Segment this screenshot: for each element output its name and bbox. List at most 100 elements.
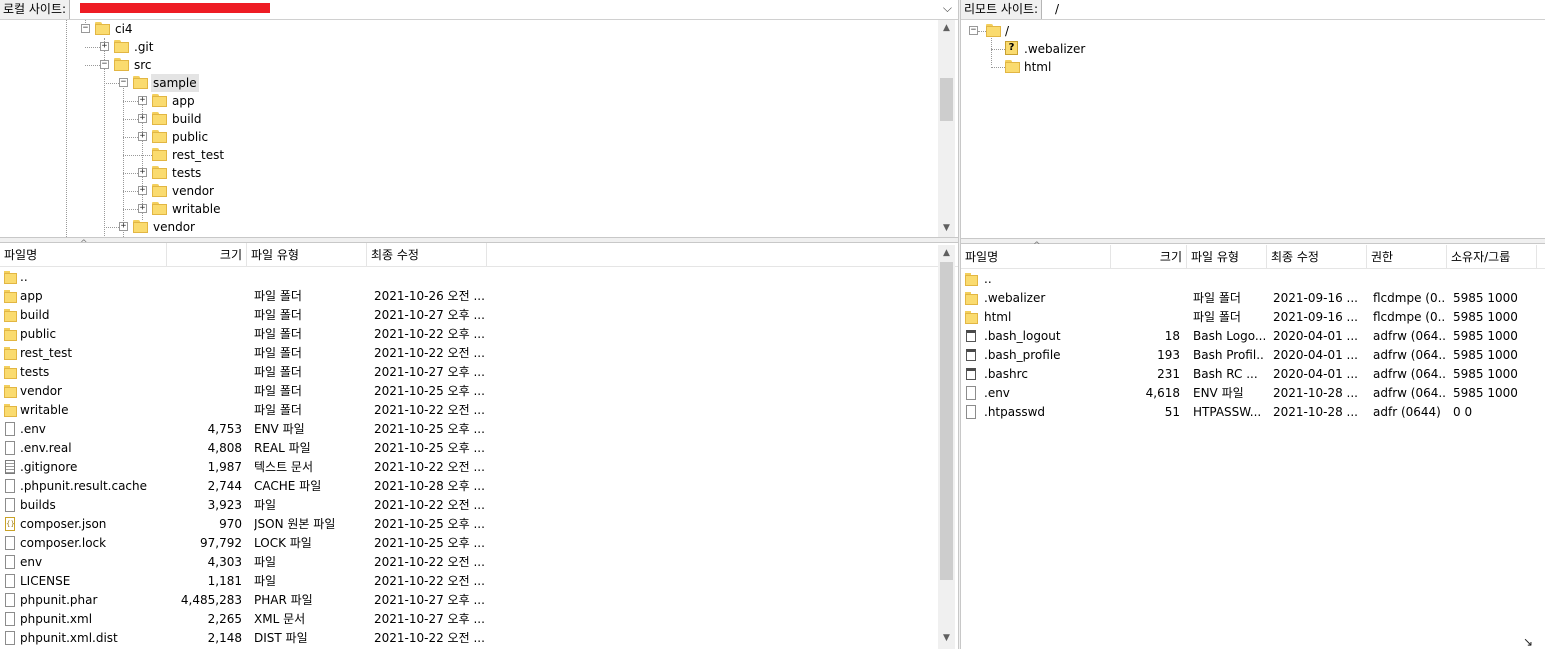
cell-type: Bash Profil... (1193, 348, 1265, 362)
collapse-icon[interactable]: − (100, 60, 109, 69)
cell-name: env (20, 555, 43, 569)
scroll-up-icon[interactable]: ▲ (938, 245, 955, 262)
collapse-icon[interactable]: − (81, 24, 90, 33)
column-header-size[interactable]: 크기 (167, 243, 247, 266)
expand-icon[interactable]: + (138, 96, 147, 105)
tree-node-label: vendor (172, 184, 214, 198)
expand-icon[interactable]: + (138, 114, 147, 123)
folder-icon (4, 346, 17, 361)
cell-size (170, 325, 242, 344)
local-list-scrollbar[interactable]: ▲ ▼ (938, 245, 955, 649)
cell-size: 970 (219, 517, 242, 531)
cell-size (1115, 270, 1180, 289)
file-row[interactable]: build 파일 폴더 2021-10-27 오후 ... (0, 306, 958, 325)
expand-icon[interactable]: + (138, 132, 147, 141)
tree-node-ci4[interactable]: − ci4 (0, 20, 930, 38)
cell-type: XML 문서 (254, 612, 306, 626)
file-row[interactable]: .webalizer 파일 폴더 2021-09-16 ... flcdmpe (0.… (961, 289, 1545, 308)
expand-icon[interactable]: + (138, 186, 147, 195)
tree-node-writable[interactable]: + writable (0, 200, 930, 218)
tree-node-sample[interactable]: − sample (0, 74, 930, 92)
expand-icon[interactable]: + (100, 42, 109, 51)
cell-type: PHAR 파일 (254, 593, 313, 607)
file-row[interactable]: .env 4,753 ENV 파일 2021-10-25 오후 ... (0, 420, 958, 439)
folder-icon (114, 40, 129, 53)
file-row[interactable]: public 파일 폴더 2021-10-22 오후 ... (0, 325, 958, 344)
column-header-modified[interactable]: 최종 수정 (1267, 245, 1367, 268)
tree-node-public[interactable]: + public (0, 128, 930, 146)
scroll-down-icon[interactable]: ▼ (938, 630, 955, 647)
file-icon (4, 555, 17, 570)
tree-node-vendor[interactable]: + vendor (0, 182, 930, 200)
scroll-up-icon[interactable]: ▲ (938, 20, 955, 37)
file-row[interactable]: env 4,303 파일 2021-10-22 오전 ... (0, 553, 958, 572)
cell-name: .. (20, 270, 28, 284)
tree-node-vendor[interactable]: + vendor (0, 218, 930, 236)
scroll-down-icon[interactable]: ▼ (938, 220, 955, 237)
remote-file-list-header: 파일명 ^ 크기 파일 유형 최종 수정 권한 소유자/그룹 (961, 241, 1545, 269)
cell-size (170, 287, 242, 306)
scrollbar-thumb[interactable] (940, 262, 953, 580)
remote-splitter[interactable] (961, 238, 1545, 244)
file-row[interactable]: writable 파일 폴더 2021-10-22 오전 ... (0, 401, 958, 420)
collapse-icon[interactable]: − (119, 78, 128, 87)
file-row[interactable]: .env 4,618 ENV 파일 2021-10-28 ... adfrw (064.… (961, 384, 1545, 403)
tree-node-label: ci4 (115, 22, 133, 36)
expand-icon[interactable]: + (119, 222, 128, 231)
file-row[interactable]: phpunit.xml 2,265 XML 문서 2021-10-27 오후 ... (0, 610, 958, 629)
file-row[interactable]: vendor 파일 폴더 2021-10-25 오후 ... (0, 382, 958, 401)
remote-path-input[interactable]: / (1055, 0, 1059, 19)
file-row[interactable]: .bash_profile 193 Bash Profil... 2020-04-01… (961, 346, 1545, 365)
tree-node-src[interactable]: − src (0, 56, 930, 74)
file-row[interactable]: tests 파일 폴더 2021-10-27 오후 ... (0, 363, 958, 382)
file-row[interactable]: builds 3,923 파일 2021-10-22 오전 ... (0, 496, 958, 515)
column-header-type[interactable]: 파일 유형 (1187, 245, 1267, 268)
file-row[interactable]: .phpunit.result.cache 2,744 CACHE 파일 2021-1… (0, 477, 958, 496)
file-row[interactable]: app 파일 폴더 2021-10-26 오전 ... (0, 287, 958, 306)
remote-pane: 리모트 사이트: / − /? .webalizer html 파일명 ^ 크기 파일… (961, 0, 1545, 649)
file-row[interactable]: composer.json 970 JSON 원본 파일 2021-10-25 오후 … (0, 515, 958, 534)
remote-tree-node[interactable]: html (961, 58, 1531, 76)
tree-node-build[interactable]: + build (0, 110, 930, 128)
file-row[interactable]: .gitignore 1,987 텍스트 문서 2021-10-22 오전 ... (0, 458, 958, 477)
remote-tree-node[interactable]: − / (961, 22, 1531, 40)
file-icon (4, 441, 17, 456)
local-path-dropdown-icon[interactable]: ⌵ (943, 1, 952, 16)
tree-node-label: app (172, 94, 195, 108)
file-row[interactable]: composer.lock 97,792 LOCK 파일 2021-10-25 오후 … (0, 534, 958, 553)
file-row[interactable]: .bash_logout 18 Bash Logo... 2020-04-01 ...… (961, 327, 1545, 346)
local-tree-scrollbar[interactable]: ▲ ▼ (938, 20, 955, 237)
cell-name: rest_test (20, 346, 73, 360)
cell-owner: 0 0 (1453, 405, 1473, 419)
cell-modified (374, 268, 488, 287)
tree-node-git[interactable]: + .git (0, 38, 930, 56)
column-header-owner[interactable]: 소유자/그룹 (1447, 245, 1537, 268)
remote-tree-node[interactable]: ? .webalizer (961, 40, 1531, 58)
file-row[interactable]: rest_test 파일 폴더 2021-10-22 오전 ... (0, 344, 958, 363)
file-row[interactable]: .bashrc 231 Bash RC ... 2020-04-01 ... adfrw… (961, 365, 1545, 384)
file-row[interactable]: .htpasswd 51 HTPASSW... 2021-10-28 ... adfr … (961, 403, 1545, 422)
column-header-permissions[interactable]: 권한 (1367, 245, 1447, 268)
column-header-modified[interactable]: 최종 수정 (367, 243, 487, 266)
tree-node-resttest[interactable]: rest_test (0, 146, 930, 164)
file-row[interactable]: .env.real 4,808 REAL 파일 2021-10-25 오후 ... (0, 439, 958, 458)
column-header-size[interactable]: 크기 (1111, 245, 1187, 268)
file-row[interactable]: phpunit.phar 4,485,283 PHAR 파일 2021-10-27 오… (0, 591, 958, 610)
file-row[interactable]: .. (961, 270, 1545, 289)
file-row[interactable]: phpunit.xml.dist 2,148 DIST 파일 2021-10-22 오… (0, 629, 958, 648)
file-row[interactable]: .. (0, 268, 958, 287)
tree-node-app[interactable]: + app (0, 92, 930, 110)
expand-icon[interactable]: + (138, 168, 147, 177)
column-header-type[interactable]: 파일 유형 (247, 243, 367, 266)
cell-type (1193, 270, 1265, 289)
cell-size (170, 306, 242, 325)
tree-node-tests[interactable]: + tests (0, 164, 930, 182)
scrollbar-thumb[interactable] (940, 78, 953, 121)
collapse-icon[interactable]: − (969, 26, 978, 35)
expand-icon[interactable]: + (138, 204, 147, 213)
cell-type: ENV 파일 (254, 422, 305, 436)
file-row[interactable]: html 파일 폴더 2021-09-16 ... flcdmpe (0... 5985… (961, 308, 1545, 327)
cell-type: 파일 (254, 574, 277, 588)
cell-name: .htpasswd (984, 405, 1046, 419)
file-row[interactable]: LICENSE 1,181 파일 2021-10-22 오전 ... (0, 572, 958, 591)
